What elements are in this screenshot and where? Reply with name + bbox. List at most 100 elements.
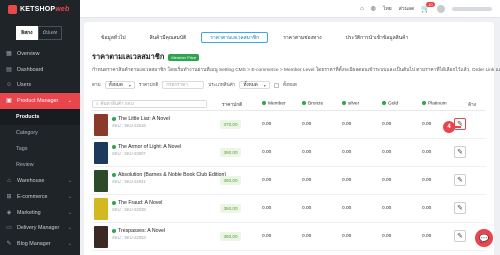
box-icon: ▣ [6, 98, 12, 105]
shop-menu[interactable]: ส่วนลด [399, 5, 415, 13]
product-sku: SKU : SKU-22039 [112, 207, 146, 212]
tab-3[interactable]: ราคาตามช่องทาง [274, 32, 330, 43]
edit-button[interactable]: ✎ [454, 146, 466, 158]
tab-0[interactable]: ข้อมูลทั่วไป [92, 32, 135, 43]
sidebar-item-label: Overview [17, 50, 40, 57]
sidebar-item-delivery-manager[interactable]: ▭ Delivery Manager ⌄ [0, 221, 80, 237]
sidebar-item-label: Marketing [17, 209, 41, 216]
sidebar-subitem-tags[interactable]: Tags [0, 141, 80, 157]
sidebar-item-label: Delivery Manager [17, 225, 60, 232]
sidebar-item-warehouse[interactable]: ⌂ Warehouse ⌄ [0, 173, 80, 189]
warehouse-icon: ⌂ [7, 178, 11, 185]
version-update[interactable]: มัปเดท [37, 26, 63, 40]
normal-price: 390.00 [220, 148, 241, 157]
cart-icon: ⊞ [6, 193, 12, 200]
filter3-label: ประเภทสินค้า [208, 81, 236, 87]
edit-button[interactable]: ✎ [454, 202, 466, 214]
version-current[interactable]: ลิสกง [16, 26, 38, 40]
tab-4[interactable]: ประวัติการนำเข้าข้อมูลสินค้า [337, 32, 418, 43]
book-cover[interactable] [94, 198, 108, 220]
product-name[interactable]: The Armor of Light: A Novel [112, 144, 181, 150]
dashboard-icon: ▦ [6, 50, 12, 57]
level-price: 0.00 [382, 234, 392, 239]
megaphone-icon: ◈ [6, 209, 12, 216]
col-member: Member [262, 101, 286, 106]
logo[interactable]: KETSHOPweb [0, 0, 80, 18]
price-input[interactable]: กรอกราคา [162, 81, 205, 89]
table-row: The Fraud: A Novel SKU : SKU-22039 350.0… [92, 195, 486, 223]
product-name[interactable]: Absolution (Barnes & Noble Book Club Edi… [112, 172, 226, 178]
store-icon[interactable]: ⌂ [360, 6, 364, 12]
sidebar: KETSHOPweb ลิสกง มัปเดท ▦ Overview ▤ Dashbo… [0, 0, 80, 255]
filter-bar: ตาม ทั้งหมด ▾ ราคาปกติ กรอกราคา ประเภทสิน… [84, 74, 494, 89]
edit-button[interactable]: ✎ [454, 230, 466, 242]
sidebar-item-label: Users [17, 82, 32, 89]
book-cover[interactable] [94, 170, 108, 192]
product-name[interactable]: The Fraud: A Novel [112, 200, 162, 206]
tab-2[interactable]: ราคาตามเลเวลสมาชิก [201, 32, 269, 43]
sidebar-item-dashboard[interactable]: ▤ Dashboard [0, 62, 80, 78]
level-price: 0.00 [342, 178, 352, 183]
chevron-down-icon: ⌄ [67, 225, 72, 232]
chat-icon[interactable]: 💬 [475, 229, 493, 247]
product-table: The Little Liar: A Novel SKU : SKU-22016… [92, 111, 486, 251]
product-sku: SKU : SKU-23007 [112, 151, 146, 156]
book-cover[interactable] [94, 114, 108, 136]
filter3-select[interactable]: ทั้งหมด ▾ [239, 81, 270, 89]
table-row: The Armor of Light: A Novel SKU : SKU-23… [92, 139, 486, 167]
level-price: 0.00 [342, 150, 352, 155]
filter1-select[interactable]: ทั้งหมด ▾ [104, 81, 135, 89]
level-price: 0.00 [382, 206, 392, 211]
normal-price: 370.00 [220, 120, 241, 129]
logo-icon [8, 4, 17, 14]
sidebar-item-label: Product Manager [17, 98, 59, 105]
product-name[interactable]: Trespasses: A Novel [112, 228, 165, 234]
sidebar-item-overview[interactable]: ▦ Overview [0, 46, 80, 62]
users-icon: ☺ [6, 82, 13, 89]
sidebar-item-e-commerce[interactable]: ⊞ E-commerce ⌄ [0, 189, 80, 205]
level-price: 0.00 [262, 150, 272, 155]
level-price: 0.00 [302, 122, 312, 127]
language-selector[interactable]: ไทย [383, 5, 392, 13]
sidebar-subitem-category[interactable]: Category [0, 125, 80, 141]
level-price: 0.00 [422, 206, 432, 211]
avatar[interactable] [437, 4, 445, 13]
page-title: ราคาตามเลเวลสมาชิก [92, 52, 165, 61]
sidebar-subitem-products[interactable]: Products [0, 109, 80, 126]
status-dot [112, 228, 116, 233]
book-cover[interactable] [94, 226, 108, 248]
product-sku: SKU : SKU-22053 [112, 235, 146, 240]
normal-price: 350.00 [220, 204, 241, 213]
level-price: 0.00 [342, 206, 352, 211]
search-icon: ⌕ [96, 101, 99, 106]
edit-button[interactable]: ✎ [454, 174, 466, 186]
col-action: ล้าง [468, 103, 476, 108]
sidebar-subitem-review[interactable]: Review [0, 157, 80, 173]
sidebar-item-product-manager[interactable]: ▣ Product Manager ⌄ [0, 93, 80, 110]
pencil-icon: ✎ [457, 233, 463, 240]
sidebar-item-users[interactable]: ☺ Users [0, 78, 80, 94]
globe-icon[interactable]: ◍ [371, 5, 376, 12]
sidebar-item-marketing[interactable]: ◈ Marketing ⌄ [0, 205, 80, 221]
callout-number: 4 [443, 121, 455, 133]
tab-1[interactable]: สินค้ามีคุณสมบัติ [141, 32, 196, 43]
level-price: 0.00 [302, 178, 312, 183]
table-row: The Little Liar: A Novel SKU : SKU-22016… [92, 111, 486, 139]
level-price: 0.00 [302, 206, 312, 211]
book-cover[interactable] [94, 142, 108, 164]
cart-icon[interactable]: 🛒 10 [421, 1, 435, 13]
product-sku: SKU : SKU-22041 [112, 179, 146, 184]
select-all-checkbox[interactable] [273, 82, 279, 88]
edit-button[interactable]: ✎ [454, 118, 466, 130]
chevron-down-icon: ⌄ [67, 241, 72, 248]
table-row: Absolution (Barnes & Noble Book Club Edi… [92, 167, 486, 195]
product-name[interactable]: The Little Liar: A Novel [112, 116, 170, 122]
username-placeholder[interactable] [452, 6, 492, 11]
sidebar-item-blog-manager[interactable]: ✎ Blog Manager ⌄ [0, 236, 80, 252]
pencil-icon: ✎ [457, 177, 463, 184]
col-silver: silver [342, 101, 359, 106]
search-input[interactable]: ⌕ ค้นหาสินค้า SKU [92, 99, 207, 108]
product-sku: SKU : SKU-22016 [112, 123, 146, 128]
select-all-label: ทั้งหมด [282, 81, 298, 87]
level-price: 0.00 [422, 178, 432, 183]
